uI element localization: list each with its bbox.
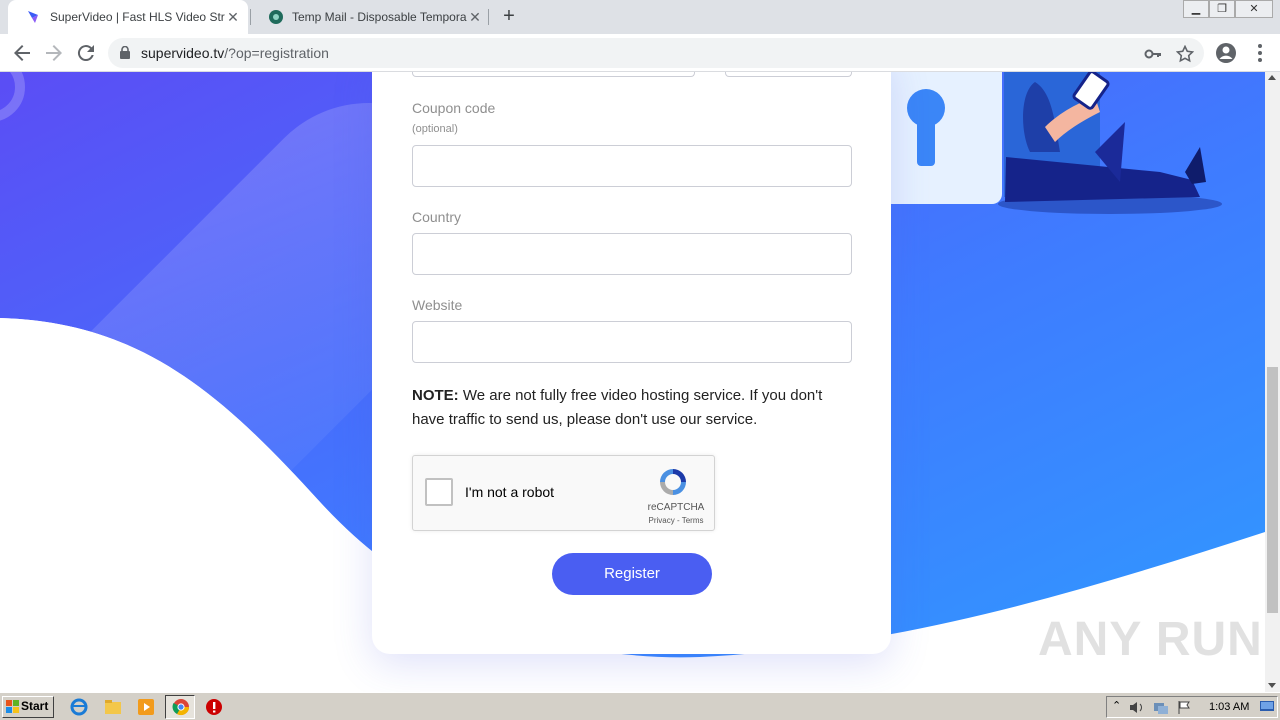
menu-kebab-icon[interactable]	[1248, 41, 1272, 65]
windows-taskbar: Start ⌃ 1:03 AM	[0, 692, 1280, 720]
scroll-up-arrow-icon[interactable]	[1268, 75, 1276, 80]
tab-close-icon[interactable]: ✕	[225, 9, 241, 26]
tab-divider	[488, 9, 489, 25]
supervideo-favicon-icon	[28, 11, 38, 23]
minimize-window-button[interactable]: ▁	[1183, 0, 1209, 18]
profile-avatar-icon[interactable]	[1214, 41, 1238, 65]
recaptcha-checkbox[interactable]	[425, 478, 453, 506]
lock-icon	[120, 46, 130, 59]
tab-title: SuperVideo | Fast HLS Video Streami	[50, 10, 225, 24]
tab-title: Temp Mail - Disposable Temporary E	[292, 10, 467, 24]
page-viewport: Coupon code (optional) Country Website N…	[0, 72, 1265, 692]
scrollbar-thumb[interactable]	[1267, 367, 1278, 613]
note-heading: NOTE:	[412, 387, 459, 404]
tab-close-icon[interactable]: ✕	[467, 9, 483, 26]
file-explorer-icon[interactable]	[104, 698, 122, 716]
previous-field-input-small[interactable]	[725, 72, 852, 77]
note-text: We are not fully free video hosting serv…	[412, 387, 823, 428]
country-label: Country	[412, 209, 462, 225]
taskbar-clock[interactable]: 1:03 AM	[1209, 701, 1249, 713]
close-window-button[interactable]: ✕	[1235, 0, 1273, 18]
media-player-icon[interactable]	[137, 698, 155, 716]
coupon-code-input[interactable]	[412, 145, 852, 187]
website-input[interactable]	[412, 321, 852, 363]
url-text: supervideo.tv/?op=registration	[141, 45, 329, 61]
antivirus-stop-icon[interactable]	[205, 698, 223, 716]
recaptcha-label: I'm not a robot	[465, 484, 555, 500]
start-label: Start	[21, 699, 49, 713]
url-path: /?op=registration	[224, 45, 329, 61]
scroll-down-arrow-icon[interactable]	[1268, 683, 1276, 688]
website-label: Website	[412, 297, 463, 313]
country-input[interactable]	[412, 233, 852, 275]
recaptcha-logo-icon	[660, 469, 686, 495]
registration-form-card: Coupon code (optional) Country Website N…	[372, 72, 891, 654]
back-arrow-icon[interactable]	[10, 41, 34, 65]
coupon-optional-note: (optional)	[412, 123, 458, 135]
restore-window-button[interactable]: ❐	[1209, 0, 1235, 18]
start-button[interactable]: Start	[2, 696, 54, 718]
service-note: NOTE: We are not fully free video hostin…	[412, 384, 857, 432]
new-tab-button[interactable]: +	[498, 5, 520, 29]
address-bar[interactable]: supervideo.tv/?op=registration	[108, 38, 1204, 68]
recaptcha-brand: reCAPTCHA	[647, 502, 705, 513]
tab-supervideo[interactable]: SuperVideo | Fast HLS Video Streami ✕	[8, 0, 248, 34]
register-button[interactable]: Register	[552, 553, 712, 595]
reload-icon[interactable]	[74, 41, 98, 65]
action-center-flag-icon[interactable]	[1177, 700, 1191, 715]
system-tray: ⌃ 1:03 AM	[1106, 696, 1278, 718]
forward-arrow-icon[interactable]	[42, 41, 66, 65]
network-icon[interactable]	[1153, 700, 1169, 715]
bookmark-star-icon[interactable]	[1176, 45, 1194, 63]
page-scrollbar[interactable]	[1265, 72, 1280, 692]
temp-mail-favicon-icon	[269, 10, 283, 24]
browser-toolbar: supervideo.tv/?op=registration	[0, 34, 1280, 72]
url-host: supervideo.tv	[141, 45, 225, 61]
show-desktop-icon[interactable]	[1260, 701, 1274, 713]
recaptcha-widget: I'm not a robot reCAPTCHA Privacy - Term…	[412, 455, 715, 531]
tab-temp-mail[interactable]: Temp Mail - Disposable Temporary E ✕	[250, 0, 490, 34]
browser-tab-strip: SuperVideo | Fast HLS Video Streami ✕ Te…	[0, 0, 1280, 34]
windows-flag-icon	[6, 700, 19, 713]
recaptcha-privacy-terms-links[interactable]: Privacy - Terms	[639, 516, 713, 525]
previous-field-input[interactable]	[412, 72, 695, 77]
tray-expand-icon[interactable]: ⌃	[1112, 699, 1121, 712]
chrome-icon	[172, 699, 190, 716]
key-icon[interactable]	[1144, 45, 1162, 63]
anyrun-watermark: ANY RUN	[1038, 613, 1263, 666]
internet-explorer-icon[interactable]	[70, 698, 88, 716]
taskbar-chrome-active[interactable]	[165, 695, 195, 719]
coupon-code-label: Coupon code	[412, 100, 496, 116]
volume-icon[interactable]	[1129, 700, 1145, 715]
